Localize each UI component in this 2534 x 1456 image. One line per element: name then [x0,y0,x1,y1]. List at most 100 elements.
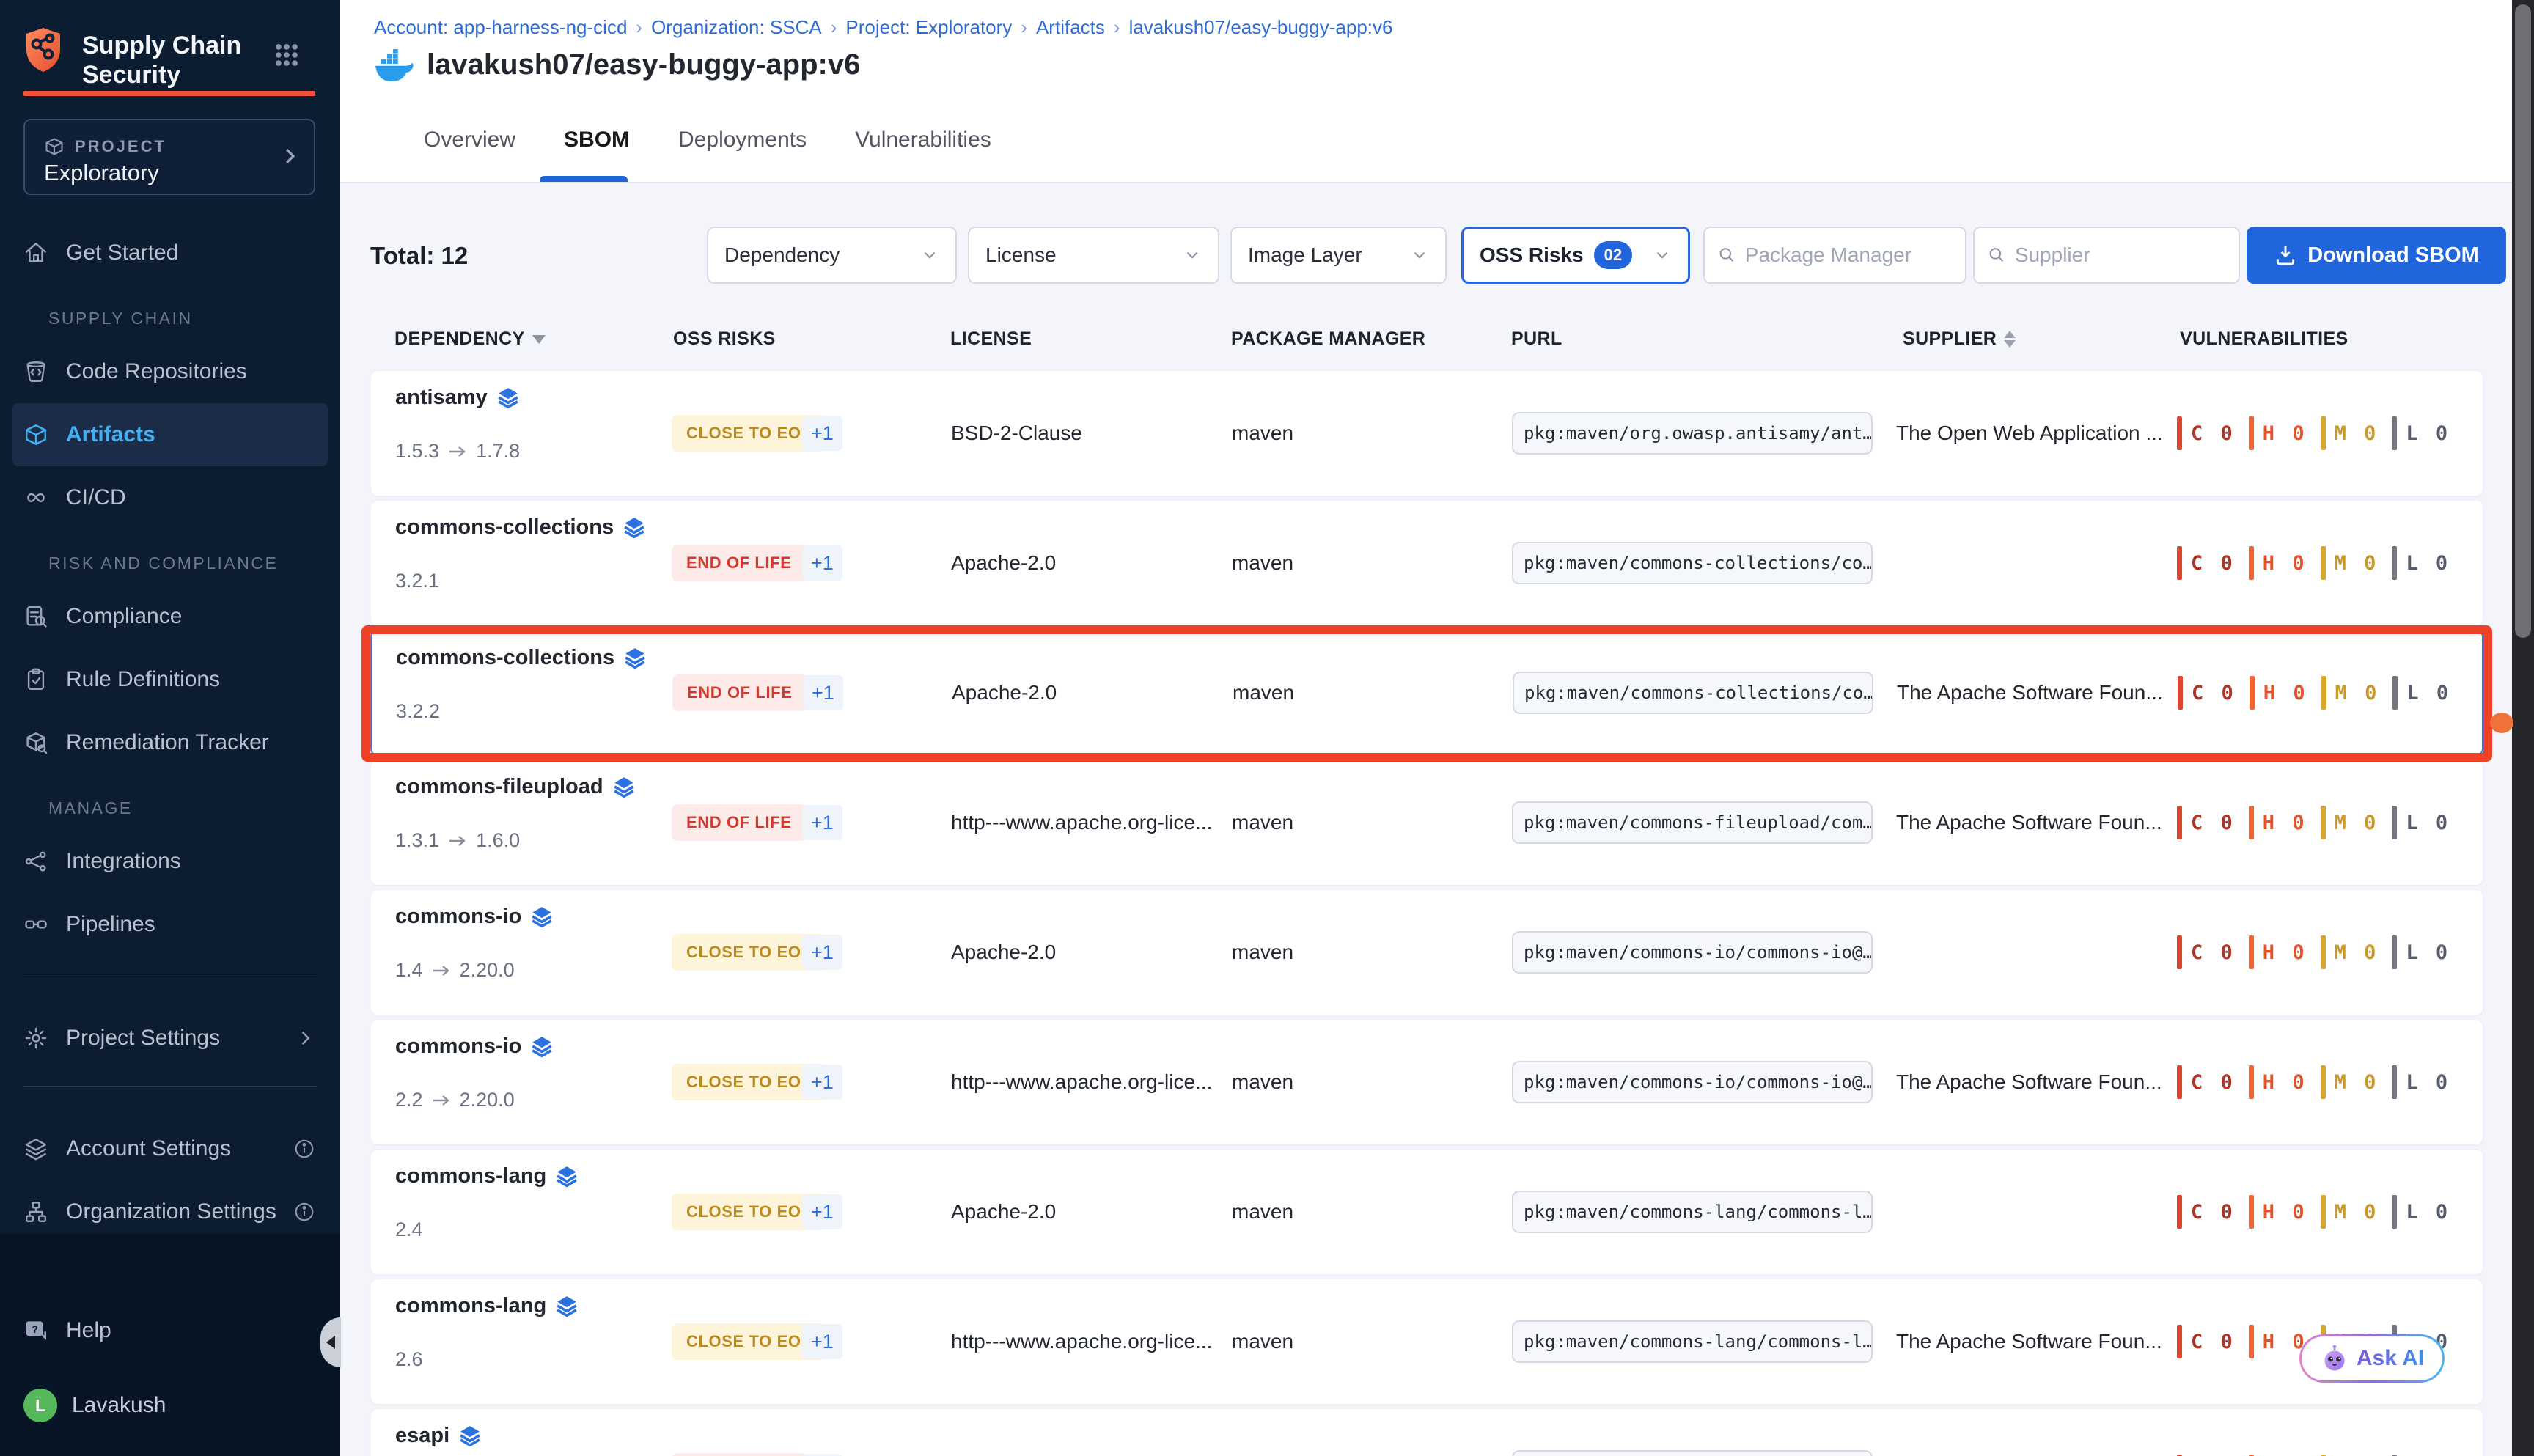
supplier-search-input[interactable] [2015,243,2225,267]
severity-bar [2321,676,2326,710]
sidebar-item-account-settings[interactable]: Account Settings [12,1117,328,1180]
severity-bar [2321,806,2326,839]
tab-overview[interactable]: Overview [422,123,517,157]
more-risks-chip[interactable]: +1 [802,545,842,581]
avatar[interactable]: L [23,1389,57,1422]
tab-deployments[interactable]: Deployments [677,123,808,157]
sidebar-item-remediation-tracker[interactable]: Remediation Tracker [12,711,328,774]
vuln-count-c: C 0 [2177,1325,2236,1358]
oss-risk-badge: END OF LIFE [672,1453,807,1456]
clipboard-icon [23,667,48,692]
breadcrumb-separator: › [1021,16,1027,39]
breadcrumb-item[interactable]: Project: Exploratory [845,16,1012,39]
oss-risks-filter-dropdown[interactable]: OSS Risks 02 [1461,227,1690,284]
breadcrumb-item[interactable]: Artifacts [1036,16,1105,39]
table-row[interactable]: commons-collections 3.2.2 END OF LIFE +1… [370,630,2483,756]
vulnerability-counts: C 0H 0M 0L 0 [2178,676,2451,710]
table-row[interactable]: commons-lang 2.4 CLOSE TO EOL +1 Apache-… [370,1149,2483,1275]
table-row[interactable]: commons-fileupload 1.3.1 1.6.0 END OF LI… [370,760,2483,886]
table-row[interactable]: commons-io 2.2 2.20.0 CLOSE TO EOL +1 ht… [370,1019,2483,1145]
vuln-count-m: M 0 [2321,546,2379,580]
severity-bar [2392,935,2397,969]
severity-bar [2177,806,2182,839]
purl-value[interactable]: pkg:maven/commons-collections/co… [1512,542,1873,584]
oss-risk-badge: END OF LIFE [672,804,807,841]
vuln-count-l: L 0 [2392,676,2451,710]
nav-section-risk-and-compliance: RISK AND COMPLIANCE [12,529,328,585]
more-risks-chip[interactable]: +1 [802,416,842,451]
table-row[interactable]: commons-io 1.4 2.20.0 CLOSE TO EOL +1 Ap… [370,889,2483,1015]
ask-ai-button[interactable]: Ask AI [2299,1334,2445,1383]
license-filter-dropdown[interactable]: License [968,227,1219,284]
package-manager-search[interactable] [1703,227,1966,284]
sidebar-item-artifacts[interactable]: Artifacts [12,403,328,466]
severity-bar [2178,676,2183,710]
arrow-right-icon [448,445,467,458]
table-row[interactable]: commons-lang 2.6 CLOSE TO EOL +1 http---… [370,1279,2483,1405]
purl-value[interactable]: pkg:maven/commons-lang/commons-l… [1512,1191,1873,1233]
table-row[interactable]: esapi END OF LIFE +1 BSD-Creative Common… [370,1408,2483,1456]
sidebar-item-organization-settings[interactable]: Organization Settings [12,1180,328,1243]
severity-bar [2177,1325,2182,1358]
purl-value[interactable]: pkg:maven/commons-lang/commons-l… [1512,1320,1873,1363]
package-manager-cell: maven [1232,1200,1293,1224]
layers-icon [555,1165,579,1188]
breadcrumb-item[interactable]: Organization: SSCA [651,16,822,39]
sidebar-item-help[interactable]: ? Help [12,1299,328,1362]
vuln-count-l: L 0 [2392,1195,2450,1229]
column-header-purl: PURL [1511,328,1562,350]
project-selector[interactable]: PROJECT Exploratory [23,119,315,195]
sidebar-item-rule-definitions[interactable]: Rule Definitions [12,648,328,711]
table-row[interactable]: commons-collections 3.2.1 END OF LIFE +1… [370,500,2483,626]
app-grid-icon[interactable] [273,41,301,69]
purl-value[interactable]: pkg:maven/org.owasp.esapi/esapi@… [1512,1450,1873,1456]
download-sbom-button[interactable]: Download SBOM [2247,227,2506,284]
layers-icon [612,776,636,799]
purl-value[interactable]: pkg:maven/org.owasp.antisamy/ant… [1512,412,1873,455]
severity-bar [2392,546,2397,580]
purl-value[interactable]: pkg:maven/commons-io/commons-io@… [1512,931,1873,974]
sidebar-item-project-settings[interactable]: Project Settings [12,1007,328,1070]
version-range: 2.2 2.20.0 [395,1089,515,1111]
user-menu[interactable]: L Lavakush [23,1389,166,1422]
sort-desc-icon [532,335,546,344]
table-row[interactable]: antisamy 1.5.3 1.7.8 CLOSE TO EOL +1 BSD… [370,370,2483,496]
dependency-name: commons-lang [395,1294,546,1318]
vuln-count-h: H 0 [2249,806,2307,839]
sidebar-item-get-started[interactable]: Get Started [12,221,328,284]
info-icon [293,1201,315,1223]
column-header-supplier[interactable]: SUPPLIER [1903,328,2016,350]
version-from: 2.2 [395,1089,423,1111]
purl-value[interactable]: pkg:maven/commons-fileupload/com… [1512,801,1873,844]
breadcrumb-item[interactable]: Account: app-harness-ng-cicd [374,16,627,39]
purl-value[interactable]: pkg:maven/commons-collections/co… [1513,672,1873,714]
page-scrollbar[interactable] [2512,0,2534,1456]
sidebar-item-pipelines[interactable]: Pipelines [12,893,328,956]
more-risks-chip[interactable]: +1 [802,1324,842,1359]
dependency-filter-dropdown[interactable]: Dependency [707,227,957,284]
supplier-search[interactable] [1973,227,2240,284]
license-cell: http---www.apache.org-lice... [951,811,1212,834]
more-risks-chip[interactable]: +1 [802,805,842,840]
arrow-right-icon [432,964,451,977]
sidebar-item-ci-cd[interactable]: CI/CD [12,466,328,529]
image-layer-filter-dropdown[interactable]: Image Layer [1230,227,1447,284]
breadcrumb-item[interactable]: lavakush07/easy-buggy-app:v6 [1129,16,1393,39]
sidebar-item-code-repositories[interactable]: Code Repositories [12,340,328,403]
sidebar-item-integrations[interactable]: Integrations [12,830,328,893]
tab-sbom[interactable]: SBOM [562,123,631,157]
more-risks-chip[interactable]: +1 [802,1194,842,1229]
doc-icon [23,604,48,629]
column-header-dependency[interactable]: DEPENDENCY [394,328,546,350]
more-risks-chip[interactable]: +1 [802,1065,842,1100]
more-risks-chip[interactable]: +1 [802,935,842,970]
package-manager-search-input[interactable] [1745,243,1952,267]
docker-icon [374,49,415,81]
scrollbar-thumb[interactable] [2515,4,2531,638]
sidebar-item-compliance[interactable]: Compliance [12,585,328,648]
purl-value[interactable]: pkg:maven/commons-io/commons-io@… [1512,1061,1873,1103]
more-risks-chip[interactable]: +1 [803,675,843,710]
breadcrumb-separator: › [831,16,837,39]
tab-vulnerabilities[interactable]: Vulnerabilities [853,123,993,157]
severity-bar [2249,416,2254,450]
